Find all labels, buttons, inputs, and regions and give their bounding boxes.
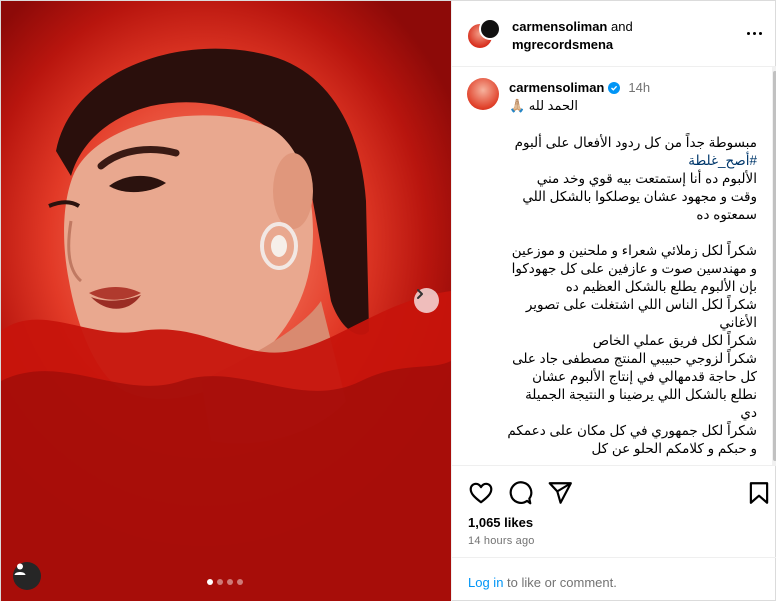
likes-count[interactable]: 1,065 likes: [468, 515, 533, 530]
more-icon: [746, 31, 750, 35]
post-timestamp[interactable]: 14 hours ago: [468, 535, 535, 547]
caption-header: carmensoliman 14h: [509, 80, 650, 95]
post-dialog: carmensoliman and mgrecordsmena carmenso…: [0, 0, 776, 601]
scrollbar[interactable]: [772, 67, 776, 465]
collab-avatar[interactable]: [479, 18, 501, 40]
chevron-right-icon: [417, 289, 423, 299]
caption-text: مبسوطة جداً من كل ردود الأفعال على ألبوم…: [507, 134, 757, 458]
hashtag-link[interactable]: #أصح_غلطة: [688, 153, 757, 168]
collab-header-text: carmensoliman and mgrecordsmena: [512, 18, 633, 54]
bookmark-icon[interactable]: [746, 480, 772, 506]
carousel-indicator: [207, 579, 243, 585]
login-text: Log in to like or comment.: [468, 575, 617, 590]
caption-scroll-area[interactable]: carmensoliman 14h الحمد لله 🙏🏼 مبسوطة جد…: [452, 67, 772, 465]
caption-body: الألبوم ده أنا إستمتعت بيه قوي وخد مني و…: [507, 171, 757, 456]
login-link[interactable]: Log in: [468, 575, 503, 590]
avatar[interactable]: [467, 78, 499, 110]
carousel-dot: [237, 579, 243, 585]
username-link[interactable]: carmensoliman: [512, 19, 607, 34]
user-tag-icon: [14, 563, 26, 575]
login-prompt: Log in to like or comment.: [452, 557, 776, 601]
carousel-dot: [207, 579, 213, 585]
share-icon[interactable]: [547, 480, 573, 506]
caption-intro: مبسوطة جداً من كل ردود الأفعال على ألبوم: [514, 135, 757, 150]
verified-icon: [608, 81, 621, 94]
comment-icon[interactable]: [507, 480, 533, 506]
more-options-button[interactable]: [742, 23, 766, 43]
post-actions: 1,065 likes 14 hours ago: [452, 465, 776, 557]
collab-connector: and: [611, 19, 633, 34]
post-photo[interactable]: [1, 1, 451, 601]
post-header: carmensoliman and mgrecordsmena: [452, 1, 776, 67]
post-side-panel: carmensoliman and mgrecordsmena carmenso…: [451, 1, 776, 601]
caption-first-line: الحمد لله 🙏🏼: [509, 98, 578, 113]
login-rest: to like or comment.: [503, 575, 617, 590]
carousel-dot: [227, 579, 233, 585]
portrait-illustration: [1, 48, 451, 601]
tagged-users-button[interactable]: [13, 562, 41, 590]
carousel-next-button[interactable]: [414, 288, 439, 313]
heart-icon[interactable]: [468, 480, 494, 506]
post-time[interactable]: 14h: [628, 80, 650, 95]
username-link[interactable]: carmensoliman: [509, 80, 604, 95]
carousel-dot: [217, 579, 223, 585]
username-link[interactable]: mgrecordsmena: [512, 37, 613, 52]
